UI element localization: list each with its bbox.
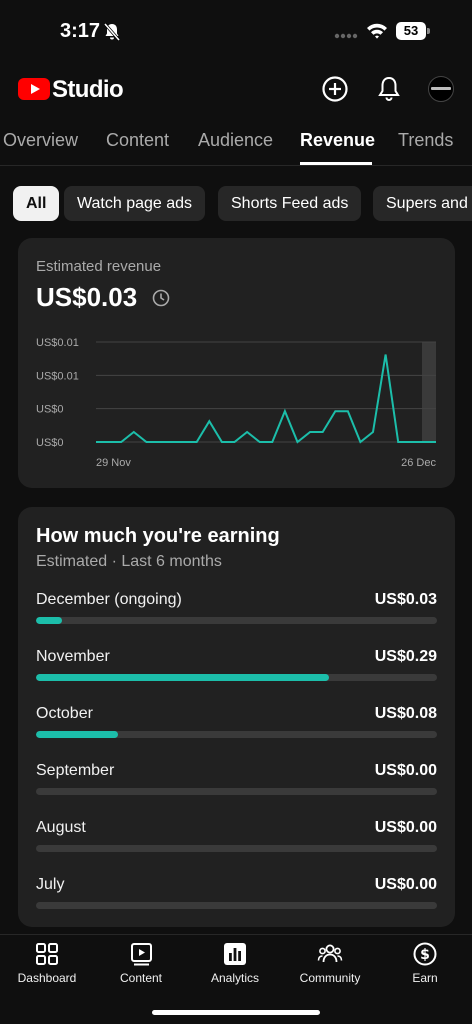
nav-label: Content — [119, 971, 163, 985]
estimated-revenue-amount: US$0.03 — [36, 282, 138, 312]
revenue-line-chart: US$0.01 US$0.01 US$0 US$0 29 Nov 26 Dec — [36, 337, 436, 469]
chip-watch-page-ads[interactable]: Watch page ads — [64, 186, 206, 221]
brand-name: Studio — [52, 76, 124, 103]
home-indicator[interactable] — [152, 1010, 320, 1015]
bell-muted-icon — [103, 23, 121, 41]
create-icon[interactable] — [320, 74, 350, 104]
earnings-month: November — [36, 648, 110, 665]
earnings-row[interactable]: July US$0.00 — [36, 876, 437, 916]
earnings-value: US$0.00 — [374, 876, 437, 893]
nav-analytics[interactable]: Analytics — [188, 941, 282, 991]
nav-label: Analytics — [210, 971, 260, 985]
earnings-value: US$0.29 — [374, 648, 437, 665]
nav-content[interactable]: Content — [94, 941, 188, 991]
nav-label: Dashboard — [17, 971, 77, 985]
earnings-value: US$0.08 — [374, 705, 437, 722]
earnings-bar-track — [36, 845, 437, 852]
tab-trends[interactable]: Trends — [398, 130, 453, 151]
section-tabs: Overview Content Audience Revenue Trends — [0, 120, 472, 166]
y-tick-label: US$0.01 — [36, 337, 79, 349]
signal-dots-icon — [334, 33, 358, 39]
nav-earn[interactable]: $ Earn — [378, 941, 472, 991]
filter-chips: All Watch page ads Shorts Feed ads Super… — [0, 186, 472, 222]
tab-revenue[interactable]: Revenue — [300, 130, 375, 151]
wifi-icon — [367, 23, 387, 39]
nav-dashboard[interactable]: Dashboard — [0, 941, 94, 991]
y-tick-label: US$0 — [36, 437, 64, 449]
nav-label: Community — [299, 971, 361, 985]
revenue-series-line — [96, 354, 436, 444]
earnings-month: July — [36, 876, 65, 893]
nav-community[interactable]: Community — [283, 941, 377, 991]
earnings-row[interactable]: November US$0.29 — [36, 648, 437, 688]
active-tab-indicator — [300, 162, 372, 165]
earnings-month: September — [36, 762, 115, 779]
earnings-bar-track — [36, 674, 437, 681]
y-tick-label: US$0.01 — [36, 370, 79, 382]
earnings-bar-fill — [36, 617, 63, 624]
battery-indicator: 53 — [396, 22, 430, 40]
tab-audience[interactable]: Audience — [198, 130, 273, 151]
youtube-logo-icon[interactable] — [18, 78, 50, 100]
chip-supers[interactable]: Supers and — [373, 186, 472, 221]
earnings-value: US$0.03 — [374, 591, 437, 608]
dashboard-icon — [36, 943, 58, 965]
earnings-value: US$0.00 — [374, 762, 437, 779]
earnings-row[interactable]: December (ongoing) US$0.03 — [36, 591, 437, 631]
content-icon — [131, 943, 152, 966]
earnings-value: US$0.00 — [374, 819, 437, 836]
status-time: 3:17 — [60, 20, 101, 42]
nav-label: Earn — [412, 971, 438, 985]
earnings-month: August — [36, 819, 86, 836]
earnings-bar-fill — [36, 674, 329, 681]
earnings-bar-track — [36, 617, 437, 624]
notifications-bell-icon[interactable] — [374, 74, 404, 104]
tab-overview[interactable]: Overview — [3, 130, 78, 151]
x-tick-label: 26 Dec — [401, 457, 436, 469]
avatar-mark — [431, 87, 451, 90]
earnings-title: How much you're earning — [36, 525, 280, 547]
battery-tip — [427, 28, 430, 34]
earnings-card: How much you're earning Estimated · Last… — [18, 507, 455, 927]
earnings-bar-track — [36, 731, 437, 738]
community-icon — [317, 944, 343, 963]
earn-icon: $ — [413, 942, 437, 966]
svg-text:$: $ — [420, 947, 430, 963]
earnings-month: December (ongoing) — [36, 591, 182, 608]
battery-level: 53 — [396, 22, 426, 40]
analytics-icon — [224, 943, 246, 965]
chip-shorts-feed-ads[interactable]: Shorts Feed ads — [218, 186, 362, 221]
chip-all[interactable]: All — [13, 186, 60, 221]
estimated-revenue-card[interactable]: Estimated revenue US$0.03 US$0.01 US$0.01… — [18, 238, 455, 488]
tab-content[interactable]: Content — [106, 130, 169, 151]
current-day-highlight — [422, 342, 436, 442]
earnings-row[interactable]: August US$0.00 — [36, 819, 437, 859]
x-tick-label: 29 Nov — [96, 457, 131, 469]
earnings-subtitle: Estimated · Last 6 months — [36, 553, 222, 570]
account-avatar[interactable] — [428, 76, 454, 102]
clock-icon — [152, 289, 170, 307]
app-header: Studio — [0, 66, 472, 116]
earnings-bar-fill — [36, 731, 119, 738]
earnings-month: October — [36, 705, 93, 722]
earnings-bar-track — [36, 902, 437, 909]
y-tick-label: US$0 — [36, 404, 64, 416]
earnings-row[interactable]: October US$0.08 — [36, 705, 437, 745]
estimated-revenue-label: Estimated revenue — [36, 258, 162, 275]
earnings-row[interactable]: September US$0.00 — [36, 762, 437, 802]
status-bar: 3:17 53 — [0, 0, 472, 64]
earnings-bar-track — [36, 788, 437, 795]
